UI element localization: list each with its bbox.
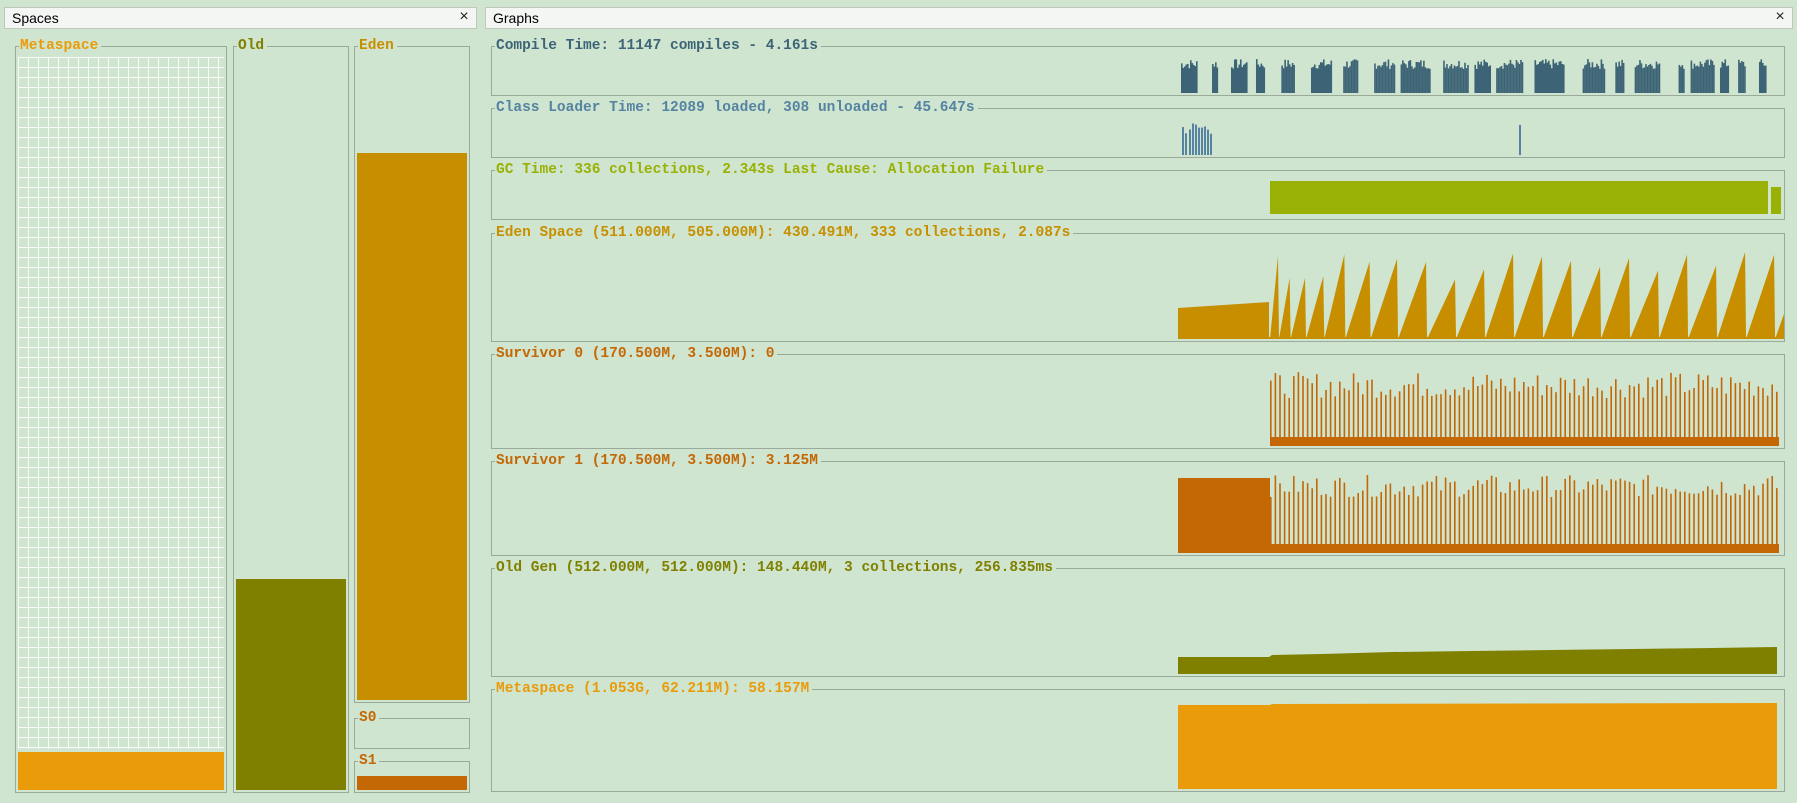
old-gen-plot <box>1178 647 1777 674</box>
s1-space-box: S1 <box>354 752 470 793</box>
s1-space-label: S1 <box>358 752 380 770</box>
old-space-label: Old <box>237 37 268 55</box>
metaspace-plot <box>1178 703 1777 789</box>
gc-time-plot <box>1270 181 1781 214</box>
old-gen-graph: Old Gen (512.000M, 512.000M): 148.440M, … <box>491 559 1785 677</box>
eden-space-box: Eden <box>354 37 470 703</box>
gc-time-series <box>1270 181 1781 214</box>
eden-space-graph: Eden Space (511.000M, 505.000M): 430.491… <box>491 224 1785 342</box>
metaspace-graph: Metaspace (1.053G, 62.211M): 58.157M <box>491 680 1785 792</box>
graphs-close-icon[interactable]: × <box>1772 8 1788 26</box>
compile-time-plot <box>1181 59 1767 93</box>
metaspace-used-bar <box>18 752 224 790</box>
survivor1-plot <box>1178 475 1779 553</box>
class-loader-time-plot <box>1182 123 1521 155</box>
metaspace-grid <box>18 57 224 749</box>
survivor0-graph: Survivor 0 (170.500M, 3.500M): 0 <box>491 345 1785 449</box>
spaces-panel-title: Spaces <box>12 10 59 26</box>
class-loader-time-graph: Class Loader Time: 12089 loaded, 308 unl… <box>491 99 1785 158</box>
compile-time-graph: Compile Time: 11147 compiles - 4.161s <box>491 37 1785 96</box>
compile-time-series <box>1181 59 1767 93</box>
eden-used-bar <box>357 153 467 700</box>
eden-space-plot <box>1178 252 1784 339</box>
s0-space-label: S0 <box>358 709 380 727</box>
eden-space-label: Eden <box>358 37 397 55</box>
gc-time-graph: GC Time: 336 collections, 2.343s Last Ca… <box>491 161 1785 220</box>
spaces-panel-header: Spaces × <box>4 7 477 29</box>
metaspace-space-box: Metaspace <box>15 37 227 793</box>
class-loader-time-series <box>1182 123 1521 155</box>
eden-space-series <box>1178 252 1784 339</box>
s0-space-box: S0 <box>354 709 470 749</box>
old-used-bar <box>236 579 346 790</box>
graphs-panel-header: Graphs × <box>485 7 1793 29</box>
old-space-box: Old <box>233 37 349 793</box>
metaspace-series <box>1178 703 1777 789</box>
survivor1-series <box>1178 475 1779 553</box>
old-gen-series <box>1178 647 1777 674</box>
graphs-panel-title: Graphs <box>493 10 539 26</box>
s1-used-bar <box>357 776 467 790</box>
metaspace-space-label: Metaspace <box>19 37 102 55</box>
survivor1-graph: Survivor 1 (170.500M, 3.500M): 3.125M <box>491 452 1785 556</box>
spaces-close-icon[interactable]: × <box>456 8 472 26</box>
survivor0-plot <box>1270 372 1779 446</box>
survivor0-series <box>1270 372 1779 446</box>
